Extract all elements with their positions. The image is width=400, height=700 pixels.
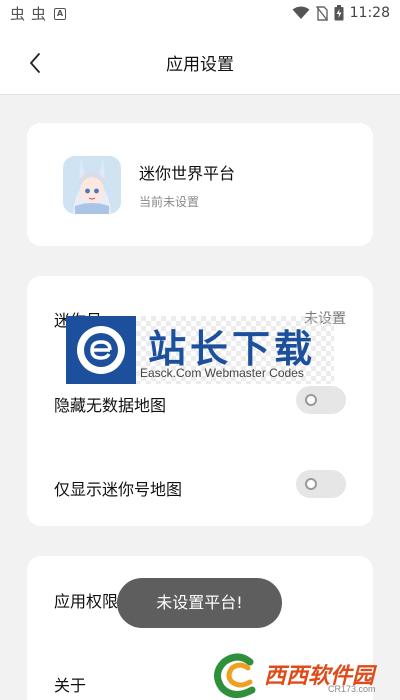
hide-empty-maps-label: 隐藏无数据地图 [54,396,167,415]
map-settings-card: 迷你号 未设置 隐藏无数据地图 仅显示迷你号地图 [27,276,373,526]
bug-icon: 虫 [31,5,47,23]
battery-charging-icon [334,5,344,21]
corner-watermark: 西西软件园 CR173.com [210,652,400,700]
page-title: 应用设置 [166,55,234,75]
nav-bar: 应用设置 [0,28,400,95]
toggle-knob [305,394,317,406]
corner-watermark-sub: CR173.com [328,684,376,694]
only-mini-maps-toggle[interactable] [296,470,346,498]
watermark-cn-text: 站长下载 [148,327,317,371]
hide-empty-maps-toggle[interactable] [296,386,346,414]
wifi-icon [292,6,310,19]
status-time: 11:28 [349,5,390,21]
no-sim-icon [315,5,328,21]
platform-card[interactable]: 迷你世界平台 当前未设置 [27,123,373,246]
watermark-en-text: Easck.Com Webmaster Codes [140,366,304,380]
about-item[interactable]: 关于 [54,672,86,696]
corner-watermark-logo [214,653,256,698]
status-left-icons: 虫 虫 A [10,5,67,23]
platform-title: 迷你世界平台 [139,164,236,183]
app-permissions-item[interactable]: 应用权限 [54,588,118,612]
a-box-icon: A [54,8,67,20]
watermark-logo [66,316,136,384]
status-bar: 虫 虫 A 11:28 [0,0,400,28]
bug-icon: 虫 [10,5,26,23]
toggle-knob [305,478,317,490]
platform-subtitle: 当前未设置 [139,195,200,209]
watermark-overlay: 站长下载 Easck.Com Webmaster Codes [66,316,334,384]
status-right-icons: 11:28 [292,5,390,21]
toast-message: 未设置平台! [117,578,282,628]
only-mini-maps-label: 仅显示迷你号地图 [54,480,183,499]
app-icon [63,156,121,214]
